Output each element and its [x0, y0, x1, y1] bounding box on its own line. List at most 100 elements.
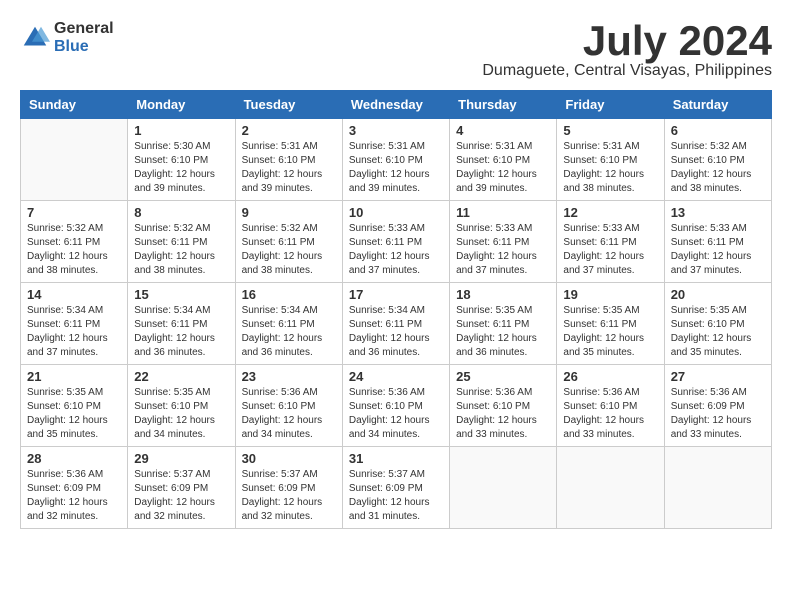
- week-row-5: 28 Sunrise: 5:36 AMSunset: 6:09 PMDaylig…: [21, 447, 772, 529]
- week-row-3: 14 Sunrise: 5:34 AMSunset: 6:11 PMDaylig…: [21, 283, 772, 365]
- day-info: Sunrise: 5:35 AMSunset: 6:10 PMDaylight:…: [27, 386, 121, 442]
- week-row-4: 21 Sunrise: 5:35 AMSunset: 6:10 PMDaylig…: [21, 365, 772, 447]
- table-row: [664, 447, 771, 529]
- day-info: Sunrise: 5:30 AMSunset: 6:10 PMDaylight:…: [134, 140, 228, 196]
- day-info: Sunrise: 5:36 AMSunset: 6:10 PMDaylight:…: [563, 386, 657, 442]
- day-info: Sunrise: 5:32 AMSunset: 6:11 PMDaylight:…: [134, 222, 228, 278]
- table-row: 1 Sunrise: 5:30 AMSunset: 6:10 PMDayligh…: [128, 119, 235, 201]
- calendar-header-row: Sunday Monday Tuesday Wednesday Thursday…: [21, 91, 772, 119]
- header-thursday: Thursday: [450, 91, 557, 119]
- day-info: Sunrise: 5:35 AMSunset: 6:10 PMDaylight:…: [134, 386, 228, 442]
- header-tuesday: Tuesday: [235, 91, 342, 119]
- day-info: Sunrise: 5:35 AMSunset: 6:10 PMDaylight:…: [671, 304, 765, 360]
- day-info: Sunrise: 5:31 AMSunset: 6:10 PMDaylight:…: [242, 140, 336, 196]
- day-number: 29: [134, 451, 228, 466]
- title-location: Dumaguete, Central Visayas, Philippines: [482, 62, 772, 80]
- day-info: Sunrise: 5:34 AMSunset: 6:11 PMDaylight:…: [242, 304, 336, 360]
- day-info: Sunrise: 5:35 AMSunset: 6:11 PMDaylight:…: [563, 304, 657, 360]
- day-number: 24: [349, 369, 443, 384]
- day-info: Sunrise: 5:31 AMSunset: 6:10 PMDaylight:…: [563, 140, 657, 196]
- day-number: 14: [27, 287, 121, 302]
- day-info: Sunrise: 5:32 AMSunset: 6:11 PMDaylight:…: [242, 222, 336, 278]
- table-row: 28 Sunrise: 5:36 AMSunset: 6:09 PMDaylig…: [21, 447, 128, 529]
- table-row: 23 Sunrise: 5:36 AMSunset: 6:10 PMDaylig…: [235, 365, 342, 447]
- day-number: 27: [671, 369, 765, 384]
- day-number: 10: [349, 205, 443, 220]
- table-row: 8 Sunrise: 5:32 AMSunset: 6:11 PMDayligh…: [128, 201, 235, 283]
- day-info: Sunrise: 5:31 AMSunset: 6:10 PMDaylight:…: [456, 140, 550, 196]
- day-number: 2: [242, 123, 336, 138]
- day-number: 4: [456, 123, 550, 138]
- logo-icon: [20, 23, 50, 53]
- table-row: 21 Sunrise: 5:35 AMSunset: 6:10 PMDaylig…: [21, 365, 128, 447]
- table-row: 24 Sunrise: 5:36 AMSunset: 6:10 PMDaylig…: [342, 365, 449, 447]
- table-row: 7 Sunrise: 5:32 AMSunset: 6:11 PMDayligh…: [21, 201, 128, 283]
- table-row: 15 Sunrise: 5:34 AMSunset: 6:11 PMDaylig…: [128, 283, 235, 365]
- table-row: 20 Sunrise: 5:35 AMSunset: 6:10 PMDaylig…: [664, 283, 771, 365]
- day-number: 26: [563, 369, 657, 384]
- table-row: 18 Sunrise: 5:35 AMSunset: 6:11 PMDaylig…: [450, 283, 557, 365]
- day-info: Sunrise: 5:34 AMSunset: 6:11 PMDaylight:…: [27, 304, 121, 360]
- day-info: Sunrise: 5:33 AMSunset: 6:11 PMDaylight:…: [671, 222, 765, 278]
- title-month-year: July 2024: [482, 20, 772, 62]
- day-info: Sunrise: 5:33 AMSunset: 6:11 PMDaylight:…: [563, 222, 657, 278]
- day-number: 3: [349, 123, 443, 138]
- table-row: 9 Sunrise: 5:32 AMSunset: 6:11 PMDayligh…: [235, 201, 342, 283]
- title-block: July 2024 Dumaguete, Central Visayas, Ph…: [482, 20, 772, 80]
- day-info: Sunrise: 5:31 AMSunset: 6:10 PMDaylight:…: [349, 140, 443, 196]
- table-row: 30 Sunrise: 5:37 AMSunset: 6:09 PMDaylig…: [235, 447, 342, 529]
- day-number: 9: [242, 205, 336, 220]
- page-header: General Blue July 2024 Dumaguete, Centra…: [20, 20, 772, 80]
- day-number: 5: [563, 123, 657, 138]
- day-info: Sunrise: 5:37 AMSunset: 6:09 PMDaylight:…: [134, 468, 228, 524]
- day-number: 8: [134, 205, 228, 220]
- day-info: Sunrise: 5:36 AMSunset: 6:09 PMDaylight:…: [27, 468, 121, 524]
- logo-text: General Blue: [54, 20, 114, 55]
- table-row: 13 Sunrise: 5:33 AMSunset: 6:11 PMDaylig…: [664, 201, 771, 283]
- header-monday: Monday: [128, 91, 235, 119]
- day-number: 7: [27, 205, 121, 220]
- day-info: Sunrise: 5:32 AMSunset: 6:10 PMDaylight:…: [671, 140, 765, 196]
- calendar-table: Sunday Monday Tuesday Wednesday Thursday…: [20, 90, 772, 529]
- week-row-2: 7 Sunrise: 5:32 AMSunset: 6:11 PMDayligh…: [21, 201, 772, 283]
- day-info: Sunrise: 5:36 AMSunset: 6:10 PMDaylight:…: [242, 386, 336, 442]
- table-row: 27 Sunrise: 5:36 AMSunset: 6:09 PMDaylig…: [664, 365, 771, 447]
- day-number: 16: [242, 287, 336, 302]
- table-row: 11 Sunrise: 5:33 AMSunset: 6:11 PMDaylig…: [450, 201, 557, 283]
- day-info: Sunrise: 5:33 AMSunset: 6:11 PMDaylight:…: [349, 222, 443, 278]
- day-info: Sunrise: 5:34 AMSunset: 6:11 PMDaylight:…: [349, 304, 443, 360]
- header-saturday: Saturday: [664, 91, 771, 119]
- table-row: [557, 447, 664, 529]
- table-row: 12 Sunrise: 5:33 AMSunset: 6:11 PMDaylig…: [557, 201, 664, 283]
- day-number: 12: [563, 205, 657, 220]
- table-row: 14 Sunrise: 5:34 AMSunset: 6:11 PMDaylig…: [21, 283, 128, 365]
- table-row: 22 Sunrise: 5:35 AMSunset: 6:10 PMDaylig…: [128, 365, 235, 447]
- day-number: 31: [349, 451, 443, 466]
- day-number: 18: [456, 287, 550, 302]
- day-info: Sunrise: 5:37 AMSunset: 6:09 PMDaylight:…: [349, 468, 443, 524]
- day-number: 28: [27, 451, 121, 466]
- header-wednesday: Wednesday: [342, 91, 449, 119]
- day-info: Sunrise: 5:37 AMSunset: 6:09 PMDaylight:…: [242, 468, 336, 524]
- table-row: 4 Sunrise: 5:31 AMSunset: 6:10 PMDayligh…: [450, 119, 557, 201]
- day-number: 17: [349, 287, 443, 302]
- day-number: 1: [134, 123, 228, 138]
- day-info: Sunrise: 5:36 AMSunset: 6:09 PMDaylight:…: [671, 386, 765, 442]
- header-friday: Friday: [557, 91, 664, 119]
- day-number: 25: [456, 369, 550, 384]
- table-row: 29 Sunrise: 5:37 AMSunset: 6:09 PMDaylig…: [128, 447, 235, 529]
- logo-general: General: [54, 20, 114, 38]
- table-row: 26 Sunrise: 5:36 AMSunset: 6:10 PMDaylig…: [557, 365, 664, 447]
- logo-blue: Blue: [54, 38, 114, 56]
- week-row-1: 1 Sunrise: 5:30 AMSunset: 6:10 PMDayligh…: [21, 119, 772, 201]
- day-info: Sunrise: 5:33 AMSunset: 6:11 PMDaylight:…: [456, 222, 550, 278]
- table-row: 3 Sunrise: 5:31 AMSunset: 6:10 PMDayligh…: [342, 119, 449, 201]
- table-row: 10 Sunrise: 5:33 AMSunset: 6:11 PMDaylig…: [342, 201, 449, 283]
- day-number: 15: [134, 287, 228, 302]
- table-row: [21, 119, 128, 201]
- day-info: Sunrise: 5:34 AMSunset: 6:11 PMDaylight:…: [134, 304, 228, 360]
- day-number: 20: [671, 287, 765, 302]
- day-number: 22: [134, 369, 228, 384]
- day-number: 19: [563, 287, 657, 302]
- day-info: Sunrise: 5:32 AMSunset: 6:11 PMDaylight:…: [27, 222, 121, 278]
